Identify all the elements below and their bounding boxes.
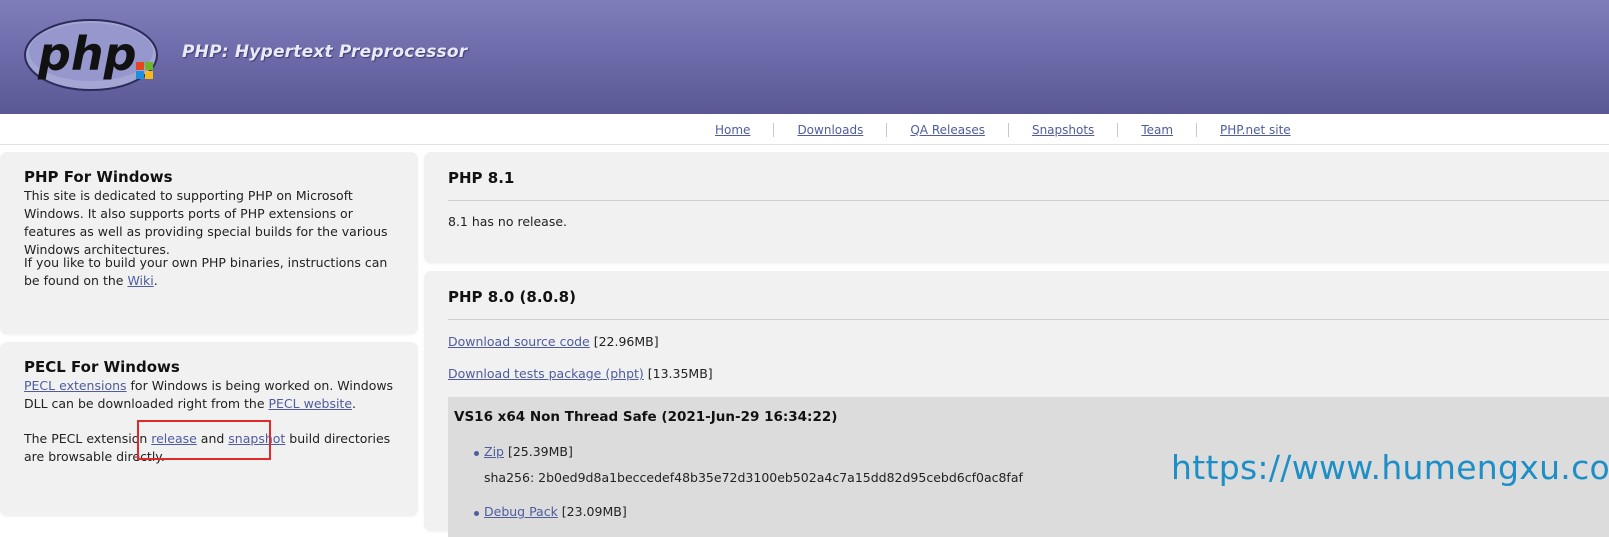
- download-tests-link[interactable]: Download tests package (phpt): [448, 366, 644, 381]
- pecl-extensions-link[interactable]: PECL extensions: [24, 378, 127, 393]
- highlight-annotation-box: [137, 420, 271, 460]
- nav-qa-releases[interactable]: QA Releases: [887, 123, 1008, 137]
- pecl-website-link[interactable]: PECL website: [269, 396, 353, 411]
- debug-pack-row: Debug Pack [23.09MB]: [484, 504, 627, 519]
- php-8-1-title: PHP 8.1: [448, 169, 515, 187]
- php-8-1-status: 8.1 has no release.: [448, 214, 568, 229]
- php-logo[interactable]: php: [24, 18, 162, 92]
- nav-downloads[interactable]: Downloads: [774, 123, 886, 137]
- tests-download-row: Download tests package (phpt) [13.35MB]: [448, 366, 713, 381]
- nav-snapshots[interactable]: Snapshots: [1009, 123, 1117, 137]
- zip-download-row: Zip [25.39MB]: [484, 444, 573, 459]
- php-for-windows-panel: PHP For Windows This site is dedicated t…: [0, 152, 418, 334]
- download-source-link[interactable]: Download source code: [448, 334, 590, 349]
- site-title: PHP: Hypertext Preprocessor: [182, 42, 468, 62]
- build-instructions-text: If you like to build your own PHP binari…: [24, 255, 388, 288]
- divider: [448, 319, 1609, 320]
- php-for-windows-title: PHP For Windows: [24, 168, 173, 186]
- php-for-windows-intro: This site is dedicated to supporting PHP…: [24, 188, 388, 257]
- svg-text:php: php: [37, 27, 137, 81]
- pecl-intro-text: PECL extensions for Windows is being wor…: [24, 378, 394, 411]
- nav-bar: Home Downloads QA Releases Snapshots Tea…: [0, 114, 1609, 145]
- wiki-link[interactable]: Wiki: [127, 273, 153, 288]
- watermark-url: https://www.humengxu.com: [1171, 448, 1609, 487]
- source-download-row: Download source code [22.96MB]: [448, 334, 659, 349]
- nav-php-net-site[interactable]: PHP.net site: [1197, 123, 1314, 137]
- build-title: VS16 x64 Non Thread Safe (2021-Jun-29 16…: [454, 409, 838, 425]
- pecl-for-windows-title: PECL For Windows: [24, 358, 180, 376]
- divider: [448, 200, 1609, 201]
- nav-home[interactable]: Home: [692, 123, 773, 137]
- php-8-1-panel: PHP 8.1 8.1 has no release.: [424, 152, 1609, 263]
- nav-team[interactable]: Team: [1118, 123, 1196, 137]
- zip-download-link[interactable]: Zip: [484, 444, 504, 459]
- php-8-0-title: PHP 8.0 (8.0.8): [448, 288, 576, 306]
- php-8-0-panel: PHP 8.0 (8.0.8) Download source code [22…: [424, 271, 1609, 537]
- sha256-hash: sha256: 2b0ed9d8a1beccedef48b35e72d3100e…: [484, 470, 1023, 485]
- site-header: php PHP: Hypertext Preprocessor: [0, 0, 1609, 114]
- bullet-icon: [474, 511, 479, 516]
- debug-pack-link[interactable]: Debug Pack: [484, 504, 558, 519]
- bullet-icon: [474, 451, 479, 456]
- top-nav: Home Downloads QA Releases Snapshots Tea…: [692, 123, 1314, 137]
